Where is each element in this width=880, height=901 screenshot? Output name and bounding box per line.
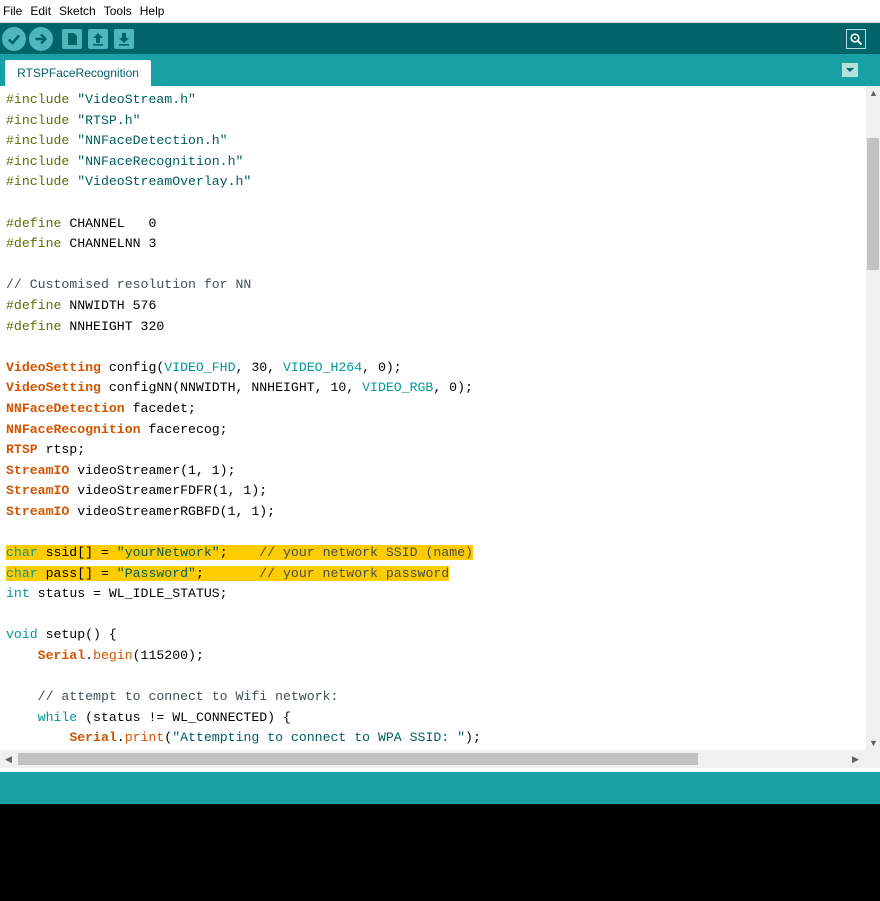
menu-bar: File Edit Sketch Tools Help [0, 0, 880, 22]
code-editor[interactable]: #include "VideoStream.h" #include "RTSP.h… [0, 86, 866, 750]
code-line-text: RTSP rtsp; [6, 442, 86, 458]
code-line[interactable]: #include "NNFaceDetection.h" [6, 131, 866, 152]
code-line-text: #include "RTSP.h" [6, 112, 141, 128]
code-line[interactable]: // Customised resolution for NN [6, 275, 866, 296]
code-line-text: StreamIO videoStreamer(1, 1); [6, 462, 236, 478]
new-button[interactable] [62, 29, 82, 49]
code-line-text: Serial.print("Attempting to connect to W… [69, 730, 481, 746]
code-line-text: #include "NNFaceRecognition.h" [6, 153, 244, 169]
scroll-left-icon[interactable]: ◀ [5, 754, 12, 764]
code-line-text: #define NNWIDTH 576 [6, 297, 157, 313]
status-bar [0, 772, 880, 804]
code-line-text: Serial.begin(115200); [37, 648, 204, 664]
menu-file[interactable]: File [0, 0, 27, 22]
code-line[interactable]: VideoSetting configNN(NNWIDTH, NNHEIGHT,… [6, 378, 866, 399]
code-line[interactable]: #include "VideoStreamOverlay.h" [6, 172, 866, 193]
code-line[interactable]: StreamIO videoStreamerFDFR(1, 1); [6, 481, 866, 502]
chevron-down-icon [846, 68, 854, 72]
scroll-down-icon[interactable]: ▼ [869, 738, 878, 748]
code-line[interactable]: StreamIO videoStreamerRGBFD(1, 1); [6, 502, 866, 523]
code-line[interactable] [6, 522, 866, 543]
code-line[interactable]: #define NNWIDTH 576 [6, 296, 866, 317]
tab-menu-button[interactable] [842, 63, 858, 77]
vertical-scrollbar[interactable]: ▲ ▼ [866, 86, 880, 750]
toolbar [0, 22, 880, 54]
code-line-text: #include "VideoStream.h" [6, 92, 196, 107]
horizontal-scroll-thumb[interactable] [18, 753, 698, 765]
code-line-text: int status = WL_IDLE_STATUS; [6, 586, 228, 602]
code-line[interactable]: VideoSetting config(VIDEO_FHD, 30, VIDEO… [6, 358, 866, 379]
code-line[interactable]: void setup() { [6, 625, 866, 646]
new-icon [68, 33, 77, 45]
tab-rtspfacerecognition[interactable]: RTSPFaceRecognition [5, 60, 151, 86]
save-icon [119, 33, 129, 46]
verify-button[interactable] [2, 27, 26, 51]
code-line-text: char ssid[] = "yourNetwork"; // your net… [6, 545, 473, 561]
code-line-text: NNFaceDetection facedet; [6, 400, 196, 416]
code-line-text: #include "NNFaceDetection.h" [6, 133, 228, 149]
code-line[interactable]: #include "VideoStream.h" [6, 90, 866, 111]
code-line-text: #include "VideoStreamOverlay.h" [6, 174, 252, 190]
menu-tools[interactable]: Tools [101, 0, 137, 22]
scroll-up-icon[interactable]: ▲ [869, 88, 878, 98]
code-line[interactable]: #define CHANNELNN 3 [6, 234, 866, 255]
code-line-text: NNFaceRecognition facerecog; [6, 421, 228, 437]
code-line[interactable] [6, 605, 866, 626]
code-line[interactable] [6, 667, 866, 688]
code-line-text: VideoSetting config(VIDEO_FHD, 30, VIDEO… [6, 359, 402, 375]
code-line[interactable]: RTSP rtsp; [6, 440, 866, 461]
code-line-text: #define CHANNELNN 3 [6, 236, 157, 252]
code-line[interactable]: NNFaceDetection facedet; [6, 399, 866, 420]
open-button[interactable] [88, 29, 108, 49]
serial-monitor-icon [850, 33, 863, 46]
menu-edit[interactable]: Edit [27, 0, 56, 22]
code-line-text: char pass[] = "Password"; // your networ… [6, 565, 450, 581]
code-line[interactable] [6, 255, 866, 276]
code-line[interactable] [6, 337, 866, 358]
save-button[interactable] [114, 29, 134, 49]
code-line[interactable]: while (status != WL_CONNECTED) { [6, 708, 866, 729]
code-line[interactable]: Serial.begin(115200); [6, 646, 866, 667]
horizontal-scrollbar[interactable]: ◀ ▶ [0, 750, 866, 768]
code-line[interactable]: char ssid[] = "yourNetwork"; // your net… [6, 543, 866, 564]
vertical-scroll-thumb[interactable] [867, 138, 879, 270]
code-line-text: VideoSetting configNN(NNWIDTH, NNHEIGHT,… [6, 380, 473, 396]
code-line[interactable]: Serial.print("Attempting to connect to W… [6, 728, 866, 749]
console-output [0, 804, 880, 901]
scroll-corner [866, 750, 880, 768]
code-line[interactable]: NNFaceRecognition facerecog; [6, 420, 866, 441]
code-line[interactable]: #define NNHEIGHT 320 [6, 317, 866, 338]
code-line[interactable]: int status = WL_IDLE_STATUS; [6, 584, 866, 605]
code-line-text: #define CHANNEL 0 [6, 215, 157, 231]
code-line-text: // attempt to connect to Wifi network: [37, 689, 339, 705]
code-line-text: StreamIO videoStreamerFDFR(1, 1); [6, 483, 268, 499]
code-line[interactable]: #define CHANNEL 0 [6, 214, 866, 235]
code-line[interactable] [6, 193, 866, 214]
code-line-text: // Customised resolution for NN [6, 277, 252, 293]
menu-sketch[interactable]: Sketch [56, 0, 101, 22]
code-line[interactable]: // attempt to connect to Wifi network: [6, 687, 866, 708]
menu-help[interactable]: Help [137, 0, 170, 22]
code-line[interactable]: char pass[] = "Password"; // your networ… [6, 564, 866, 585]
open-icon [93, 33, 103, 46]
upload-button[interactable] [29, 27, 53, 51]
scroll-right-icon[interactable]: ▶ [852, 754, 859, 764]
serial-monitor-button[interactable] [846, 29, 866, 49]
code-line-text: #define NNHEIGHT 320 [6, 318, 165, 334]
code-area[interactable]: #include "VideoStream.h" #include "RTSP.h… [0, 86, 866, 749]
code-line-text: void setup() { [6, 627, 117, 643]
code-line-text: StreamIO videoStreamerRGBFD(1, 1); [6, 503, 276, 519]
verify-icon [8, 34, 20, 45]
code-line[interactable]: #include "RTSP.h" [6, 111, 866, 132]
code-line[interactable]: StreamIO videoStreamer(1, 1); [6, 461, 866, 482]
upload-icon [35, 33, 48, 45]
code-line-text: while (status != WL_CONNECTED) { [37, 709, 291, 725]
tab-bar: RTSPFaceRecognition [0, 54, 880, 86]
code-line[interactable]: #include "NNFaceRecognition.h" [6, 152, 866, 173]
